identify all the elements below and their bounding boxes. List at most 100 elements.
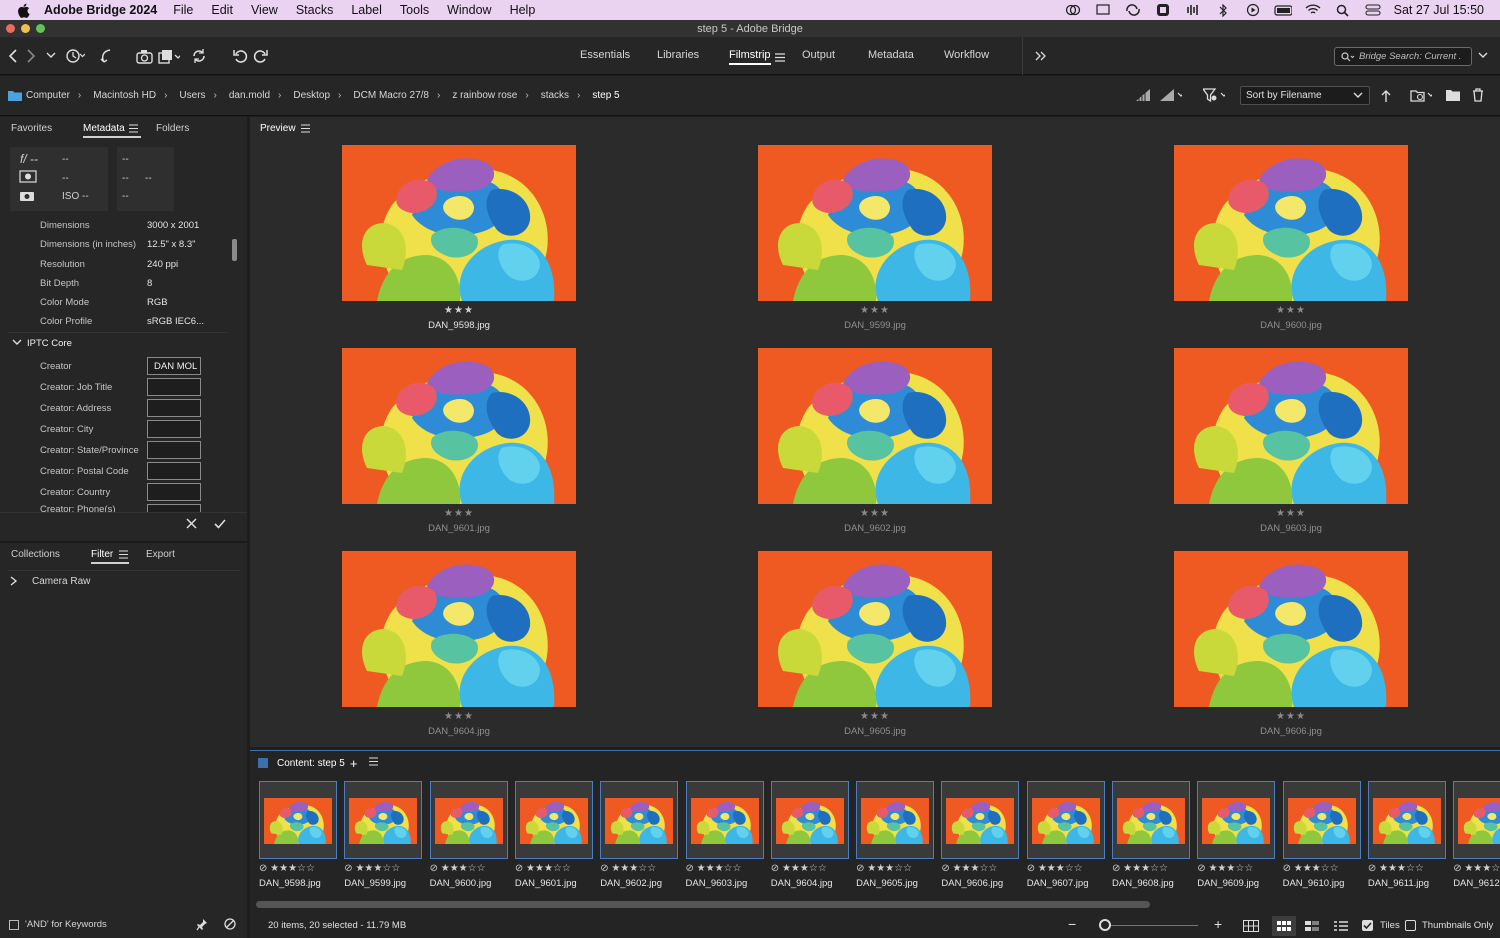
- creator-city-field[interactable]: [147, 420, 201, 438]
- preview-image[interactable]: [1174, 551, 1408, 707]
- more-workspaces-icon[interactable]: [1030, 45, 1052, 67]
- details-view-icon[interactable]: [1305, 921, 1319, 934]
- preview-image[interactable]: [758, 348, 992, 504]
- tab-filter[interactable]: Filter: [91, 549, 130, 564]
- menu-stacks[interactable]: Stacks: [296, 3, 334, 17]
- zoom-window-button[interactable]: [36, 24, 45, 33]
- tab-libraries[interactable]: Libraries: [657, 49, 699, 61]
- apply-edit-icon[interactable]: [214, 518, 226, 532]
- thumbnail-frame[interactable]: [1026, 781, 1105, 859]
- thumbnail-rating[interactable]: ⊘ ★★★☆☆: [1027, 863, 1083, 874]
- menu-help[interactable]: Help: [510, 3, 536, 17]
- thumbnail-rating[interactable]: ⊘ ★★★☆☆: [686, 863, 742, 874]
- breadcrumb-step5[interactable]: step 5: [592, 90, 619, 101]
- preview-item[interactable]: ★★★ DAN_9603.jpg: [1174, 348, 1408, 538]
- breadcrumb-user[interactable]: dan.mold: [229, 90, 270, 101]
- thumbnail-frame[interactable]: [600, 781, 679, 859]
- metadata-scrollbar[interactable]: [232, 239, 237, 261]
- clear-filter-icon[interactable]: [224, 918, 236, 933]
- thumbnail-rating[interactable]: ⊘ ★★★☆☆: [771, 863, 827, 874]
- grid-lock-icon[interactable]: [1243, 920, 1259, 935]
- thumbnail-rating[interactable]: ⊘ ★★★☆☆: [1453, 863, 1500, 874]
- minimize-window-button[interactable]: [21, 24, 30, 33]
- thumbnail-frame[interactable]: [856, 781, 935, 859]
- content-thumbnail[interactable]: ⊘ ★★★☆☆ DAN_9600.jpg: [429, 781, 508, 889]
- thumbnail-size-handle[interactable]: [1099, 919, 1111, 931]
- tab-filmstrip[interactable]: Filmstrip: [729, 49, 771, 65]
- creator-job-title-field[interactable]: [147, 378, 201, 396]
- return-to-photoshop-icon[interactable]: [95, 45, 117, 67]
- content-thumbnail[interactable]: ⊘ ★★★☆☆ DAN_9608.jpg: [1112, 781, 1190, 889]
- tab-workflow[interactable]: Workflow: [944, 49, 989, 61]
- thumbnails-only-checkbox[interactable]: [1405, 920, 1416, 931]
- star-rating[interactable]: ★★★: [342, 508, 576, 519]
- menu-label[interactable]: Label: [351, 3, 382, 17]
- preview-image[interactable]: [342, 348, 576, 504]
- trash-icon[interactable]: [1467, 84, 1489, 106]
- close-window-button[interactable]: [6, 24, 15, 33]
- apple-icon[interactable]: [14, 1, 32, 19]
- filmstrip-scrollbar[interactable]: [256, 901, 1150, 908]
- thumbnail-rating[interactable]: ⊘ ★★★☆☆: [1283, 863, 1339, 874]
- creator-country-field[interactable]: [147, 483, 201, 501]
- sort-dropdown[interactable]: Sort by Filename: [1240, 86, 1370, 105]
- list-view-icon[interactable]: [1334, 921, 1348, 934]
- breadcrumb-users[interactable]: Users: [179, 90, 205, 101]
- filter-items-icon[interactable]: [1203, 84, 1225, 106]
- preview-image[interactable]: [758, 145, 992, 301]
- thumbnail-rating[interactable]: ⊘ ★★★☆☆: [515, 863, 571, 874]
- tab-collections[interactable]: Collections: [11, 549, 60, 560]
- zoom-in-button[interactable]: +: [1214, 916, 1222, 932]
- menu-file[interactable]: File: [173, 3, 193, 17]
- creator-field[interactable]: [147, 357, 201, 375]
- iptc-section-header[interactable]: IPTC Core: [8, 333, 228, 353]
- menu-tools[interactable]: Tools: [400, 3, 429, 17]
- thumbnail-frame[interactable]: [514, 781, 593, 859]
- breadcrumb-desktop[interactable]: Desktop: [293, 90, 330, 101]
- preview-item[interactable]: ★★★ DAN_9604.jpg: [342, 551, 576, 741]
- cancel-edit-icon[interactable]: [186, 518, 197, 532]
- content-thumbnail[interactable]: ⊘ ★★★☆☆ DAN_9612.jpg: [1453, 781, 1500, 889]
- breadcrumb-dcm-macro[interactable]: DCM Macro 27/8: [353, 90, 429, 101]
- tab-favorites[interactable]: Favorites: [11, 123, 52, 134]
- thumbnail-frame[interactable]: [941, 781, 1020, 859]
- star-rating[interactable]: ★★★: [1174, 305, 1408, 316]
- thumbnail-rating[interactable]: ⊘ ★★★☆☆: [1368, 863, 1424, 874]
- breadcrumb-rainbow-rose[interactable]: z rainbow rose: [452, 90, 517, 101]
- forward-arrow-icon[interactable]: [20, 45, 42, 67]
- star-rating[interactable]: ★★★: [1174, 508, 1408, 519]
- refine-menu-icon[interactable]: [158, 45, 180, 67]
- content-thumbnail[interactable]: ⊘ ★★★☆☆ DAN_9611.jpg: [1367, 781, 1446, 889]
- audio-icon[interactable]: [1184, 3, 1202, 17]
- thumbnail-rating[interactable]: ⊘ ★★★☆☆: [941, 863, 997, 874]
- content-thumbnail[interactable]: ⊘ ★★★☆☆ DAN_9598.jpg: [259, 781, 337, 889]
- thumbnail-frame[interactable]: [770, 781, 849, 859]
- tab-essentials[interactable]: Essentials: [580, 49, 630, 61]
- tab-output[interactable]: Output: [802, 49, 835, 61]
- tab-folders[interactable]: Folders: [156, 123, 189, 134]
- preview-image[interactable]: [1174, 348, 1408, 504]
- star-rating[interactable]: ★★★: [758, 711, 992, 722]
- thumbnail-rating[interactable]: ⊘ ★★★☆☆: [856, 863, 912, 874]
- rotate-right-icon[interactable]: [250, 45, 272, 67]
- panel-menu-icon[interactable]: [129, 124, 138, 136]
- thumbnail-frame[interactable]: [259, 781, 337, 859]
- tab-metadata-panel[interactable]: Metadata: [83, 123, 141, 138]
- play-icon[interactable]: [1244, 3, 1262, 17]
- thumbnail-frame[interactable]: [429, 781, 508, 859]
- rating-filter-icon[interactable]: [1160, 84, 1182, 106]
- thumbnail-frame[interactable]: [685, 781, 764, 859]
- panel-menu-icon[interactable]: [301, 124, 310, 136]
- search-input[interactable]: Bridge Search: Current .: [1334, 47, 1472, 66]
- preview-item[interactable]: ★★★ DAN_9598.jpg: [342, 145, 576, 335]
- zoom-out-button[interactable]: −: [1068, 916, 1076, 932]
- breadcrumb-computer[interactable]: Computer: [26, 90, 70, 101]
- screen-record-icon[interactable]: [1154, 3, 1172, 17]
- preview-item[interactable]: ★★★ DAN_9605.jpg: [758, 551, 992, 741]
- control-center-icon[interactable]: [1364, 3, 1382, 17]
- content-thumbnail[interactable]: ⊘ ★★★☆☆ DAN_9602.jpg: [600, 781, 679, 889]
- content-thumbnail[interactable]: ⊘ ★★★☆☆ DAN_9604.jpg: [770, 781, 849, 889]
- breadcrumb-stacks[interactable]: stacks: [541, 90, 569, 101]
- chevron-down-icon[interactable]: [40, 45, 62, 67]
- thumbnail-frame[interactable]: [1367, 781, 1446, 859]
